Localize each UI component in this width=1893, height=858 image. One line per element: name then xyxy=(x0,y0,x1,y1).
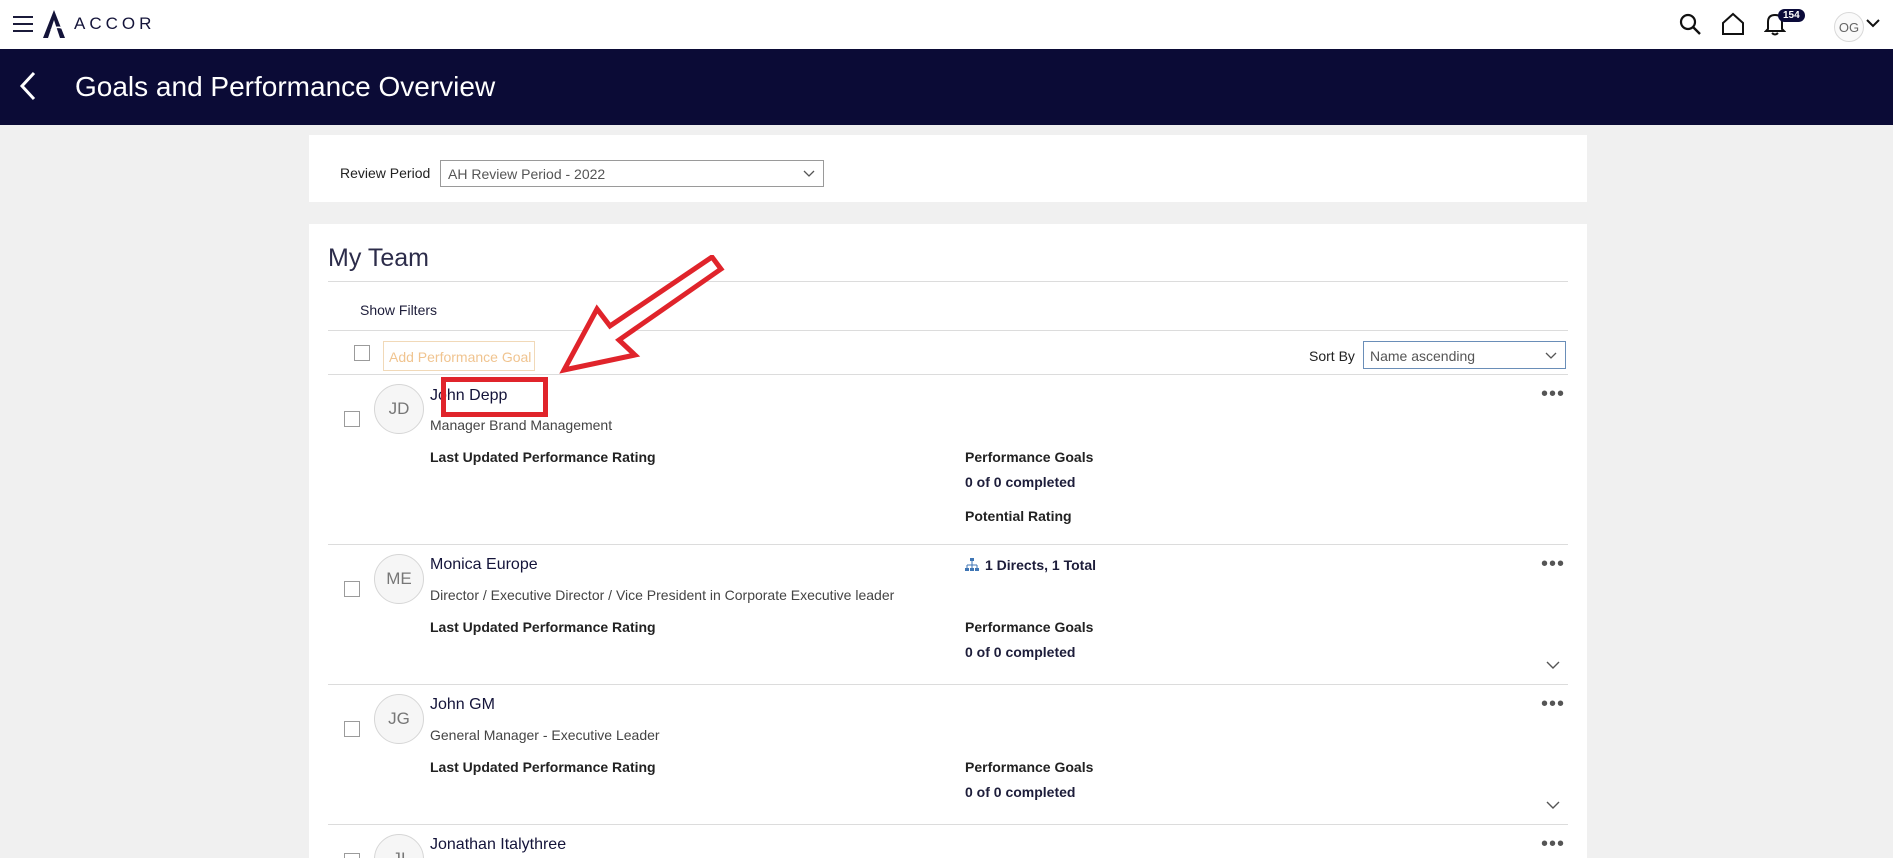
avatar: JG xyxy=(374,694,424,744)
sort-by-value: Name ascending xyxy=(1370,348,1476,364)
member-name[interactable]: Monica Europe xyxy=(430,556,538,574)
divider xyxy=(328,281,1568,282)
accor-logo[interactable]: ACCOR xyxy=(40,8,155,40)
directs-count: 1 Directs, 1 Total xyxy=(985,557,1097,573)
home-icon[interactable] xyxy=(1721,12,1747,38)
my-team-card: My Team Show Filters Add Performance Goa… xyxy=(309,224,1587,858)
menu-icon[interactable] xyxy=(13,16,33,32)
sort-by-label: Sort By xyxy=(1309,348,1355,364)
review-period-value: AH Review Period - 2022 xyxy=(448,166,606,182)
user-avatar[interactable]: OG xyxy=(1834,12,1864,42)
directs-link[interactable]: 1 Directs, 1 Total xyxy=(965,557,1096,573)
team-member-row: JG John GM General Manager - Executive L… xyxy=(328,684,1568,824)
team-member-row: JI Jonathan Italythree ••• xyxy=(328,824,1568,858)
page-header: Goals and Performance Overview xyxy=(0,49,1893,125)
review-period-dropdown[interactable]: AH Review Period - 2022 xyxy=(440,160,824,187)
rating-label: Last Updated Performance Rating xyxy=(430,619,656,635)
avatar: ME xyxy=(374,554,424,604)
expand-chevron-icon[interactable] xyxy=(1546,657,1560,675)
show-filters-link[interactable]: Show Filters xyxy=(360,302,437,318)
chevron-down-icon xyxy=(803,166,815,182)
user-initials: OG xyxy=(1838,19,1860,35)
top-bar: ACCOR 154 OG xyxy=(0,0,1893,49)
member-name[interactable]: Jonathan Italythree xyxy=(430,836,566,854)
row-checkbox[interactable] xyxy=(344,581,360,597)
goals-label: Performance Goals xyxy=(965,619,1094,635)
expand-chevron-icon[interactable] xyxy=(1546,797,1560,815)
avatar-initials: JD xyxy=(388,399,410,418)
member-job-title: Manager Brand Management xyxy=(430,417,613,433)
back-arrow-icon[interactable] xyxy=(18,69,42,103)
avatar-initials: JG xyxy=(388,709,410,728)
select-all-checkbox[interactable] xyxy=(354,345,370,361)
logo-text: ACCOR xyxy=(74,14,156,33)
review-period-card: Review Period AH Review Period - 2022 xyxy=(309,135,1587,202)
team-member-row: ME Monica Europe Director / Executive Di… xyxy=(328,544,1568,684)
more-options-icon[interactable]: ••• xyxy=(1541,384,1565,404)
member-job-title: Director / Executive Director / Vice Pre… xyxy=(430,587,895,603)
annotation-arrow-icon xyxy=(559,255,725,374)
page-title: Goals and Performance Overview xyxy=(75,71,496,102)
avatar: JD xyxy=(374,384,424,434)
chevron-down-icon xyxy=(1545,348,1557,364)
sort-by-dropdown[interactable]: Name ascending xyxy=(1363,341,1566,369)
notifications-bell-icon[interactable]: 154 xyxy=(1763,9,1805,38)
accor-logo-mark xyxy=(43,10,65,38)
more-options-icon[interactable]: ••• xyxy=(1541,694,1565,714)
avatar-initials: ME xyxy=(386,569,412,588)
rating-label: Last Updated Performance Rating xyxy=(430,449,656,465)
goals-label: Performance Goals xyxy=(965,449,1094,465)
member-job-title: General Manager - Executive Leader xyxy=(430,727,660,743)
member-name[interactable]: John GM xyxy=(430,696,495,714)
highlight-box xyxy=(441,377,548,417)
more-options-icon[interactable]: ••• xyxy=(1541,834,1565,854)
notification-count-badge: 154 xyxy=(1778,9,1805,22)
goals-completed[interactable]: 0 of 0 completed xyxy=(965,644,1075,660)
goals-label: Performance Goals xyxy=(965,759,1094,775)
search-icon[interactable] xyxy=(1678,12,1704,38)
goals-completed[interactable]: 0 of 0 completed xyxy=(965,474,1075,490)
chevron-down-icon[interactable] xyxy=(1866,16,1892,42)
row-checkbox[interactable] xyxy=(344,411,360,427)
section-title: My Team xyxy=(328,244,429,272)
add-performance-goal-button[interactable]: Add Performance Goal xyxy=(383,341,535,371)
row-checkbox[interactable] xyxy=(344,721,360,737)
avatar: JI xyxy=(374,834,424,858)
avatar-initials: JI xyxy=(392,849,405,858)
potential-rating-label: Potential Rating xyxy=(965,508,1072,524)
rating-label: Last Updated Performance Rating xyxy=(430,759,656,775)
goals-completed[interactable]: 0 of 0 completed xyxy=(965,784,1075,800)
row-checkbox[interactable] xyxy=(344,853,360,858)
divider xyxy=(328,330,1568,331)
more-options-icon[interactable]: ••• xyxy=(1541,554,1565,574)
org-chart-icon xyxy=(965,558,979,571)
review-period-label: Review Period xyxy=(340,165,431,181)
